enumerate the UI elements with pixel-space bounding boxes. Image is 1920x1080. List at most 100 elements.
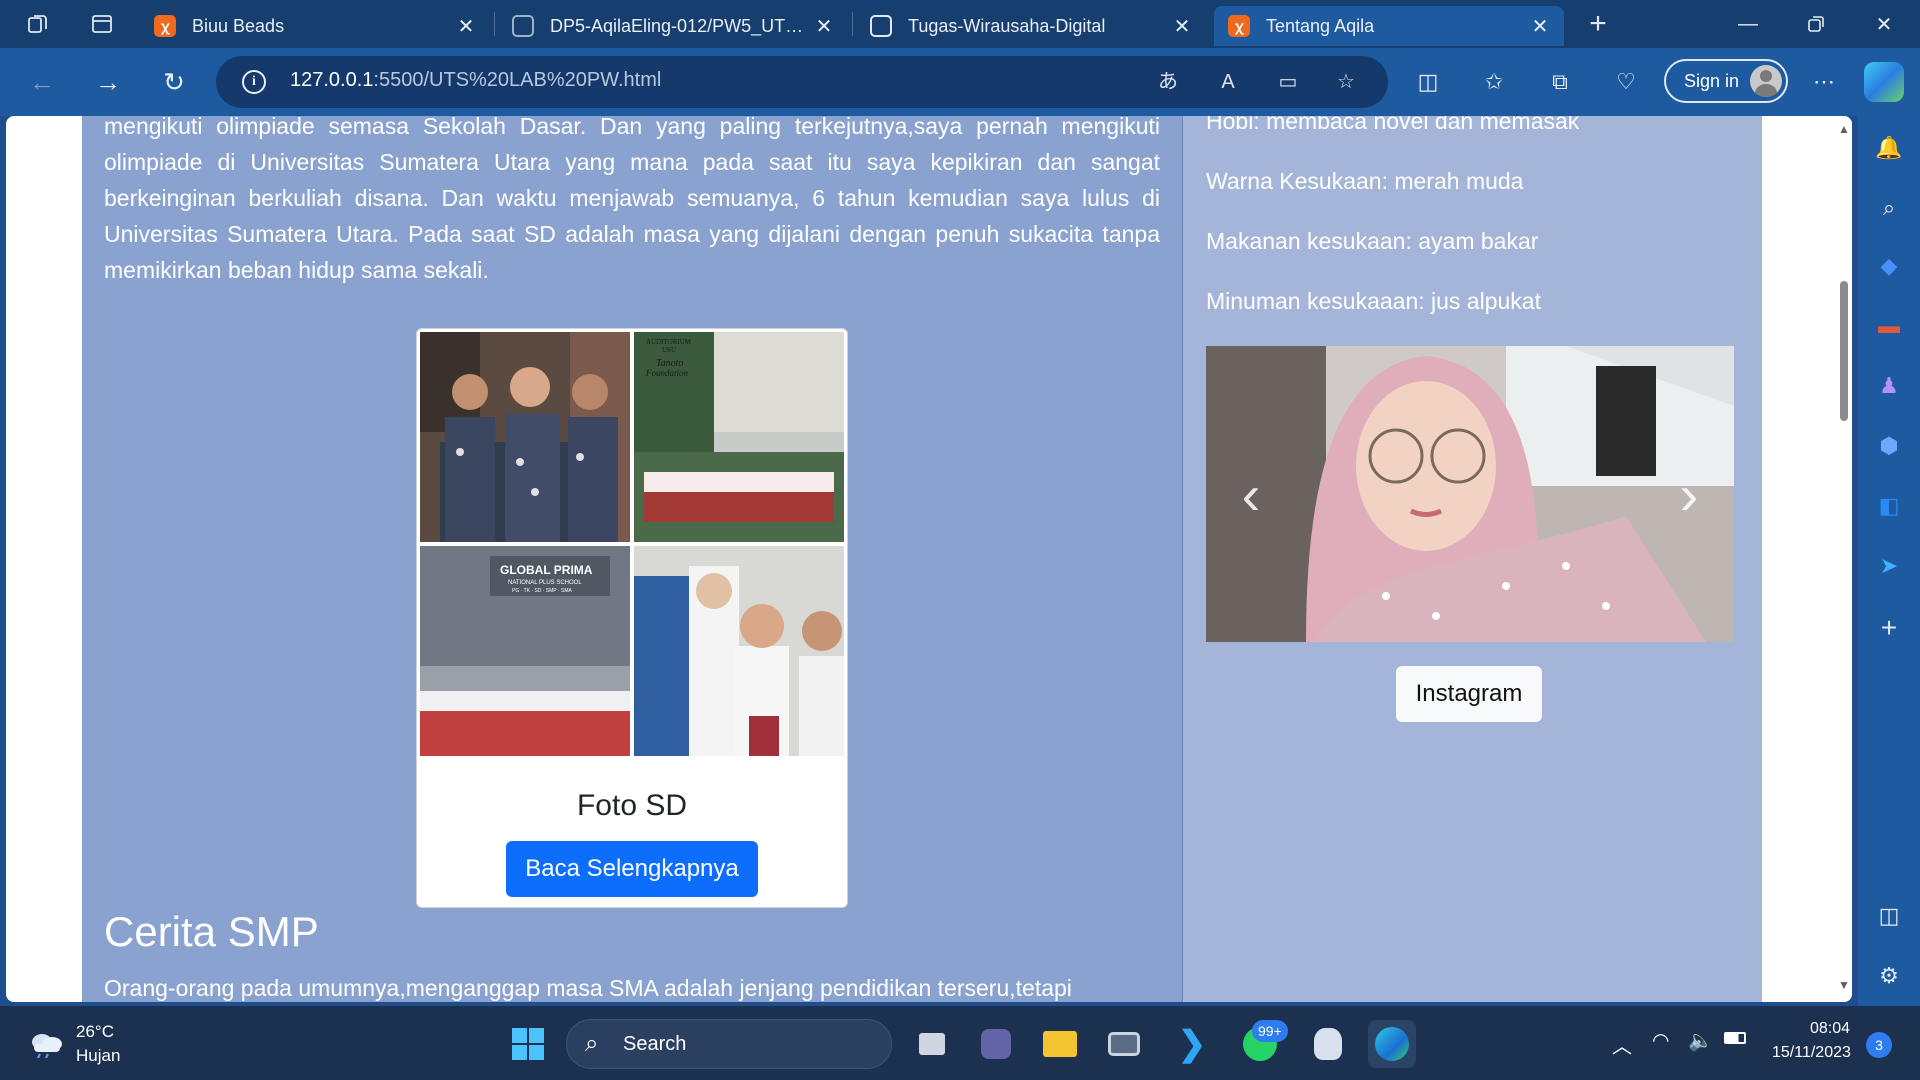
bell-icon[interactable]: 🔔 [1875,134,1903,162]
tab-strip: ꭓ Biuu Beads ✕ DP5-AqilaEling-012/PW5_UT… [0,0,1920,48]
close-icon[interactable]: ✕ [1530,14,1550,39]
hide-sidebar-icon[interactable]: ◫ [1875,902,1903,930]
profile-carousel: ‹ › [1206,346,1734,642]
close-icon[interactable]: ✕ [456,14,476,39]
sign-in-button[interactable]: Sign in [1664,59,1788,103]
search-icon[interactable]: ⌕ [1875,194,1903,222]
page-viewport: mengikuti olimpiade semasa Sekolah Dasar… [6,116,1852,1002]
volume-icon[interactable]: 🔈 [1688,1028,1713,1053]
refresh-icon[interactable]: ↻ [154,62,194,102]
browser-toolbar: ← → ↻ i 127.0.0.1:5500/UTS%20LAB%20PW.ht… [0,48,1920,116]
document-icon [870,15,892,37]
battery-icon[interactable] [1724,1032,1746,1044]
settings-icon[interactable]: ⚙ [1875,962,1903,990]
tools-icon[interactable]: ▬ [1875,312,1903,340]
tab-title: Biuu Beads [192,15,285,36]
windows-start-icon[interactable] [504,1020,552,1068]
read-aloud-icon[interactable]: A [1214,68,1242,96]
xampp-icon: ꭓ [154,15,176,37]
temperature-text: 26°C [76,1022,114,1041]
tab-tugas-wirausaha[interactable]: Tugas-Wirausaha-Digital ✕ [856,6,1206,46]
next-story-paragraph: Orang-orang pada umumnya,menganggap masa… [104,975,1072,1001]
minimize-icon[interactable]: — [1714,0,1782,48]
rain-cloud-icon [32,1034,62,1058]
clock-date[interactable]: 15/11/2023 [1772,1044,1851,1062]
photo-text-global-prima: GLOBAL PRIMA [500,563,593,577]
taskbar-search[interactable]: ⌕ Search [566,1019,892,1069]
translate-icon[interactable]: あ [1154,68,1182,96]
sd-photo-classroom [420,332,630,542]
windows-taskbar: 26°C Hujan ⌕ Search ❯ 99+ ︿ ◠ 🔈 08:04 15… [0,1006,1920,1080]
scroll-up-icon[interactable]: ▲ [1838,122,1850,136]
photo-card: AUDITORIUM USU Tanoto Foundation GLOBAL … [416,328,848,908]
split-screen-icon[interactable]: ◫ [1412,66,1444,98]
address-bar[interactable]: i 127.0.0.1:5500/UTS%20LAB%20PW.html あ A… [216,56,1388,108]
vscode-icon[interactable]: ❯ [1168,1020,1216,1068]
carousel-next-icon[interactable]: › [1644,346,1734,642]
new-tab-icon[interactable]: + [1574,0,1622,48]
forward-icon[interactable]: → [88,62,128,102]
sign-in-label: Sign in [1684,70,1740,91]
games-icon[interactable]: ♟ [1875,372,1903,400]
section-heading: Cerita SMP [104,908,319,955]
close-icon[interactable]: ✕ [1172,14,1192,39]
close-icon[interactable]: ✕ [814,14,834,39]
notification-badge[interactable]: 3 [1866,1032,1892,1058]
hobby-text: Hobi: membaca novel dan memasak [1206,116,1580,134]
sd-photo-award [634,546,844,756]
vertical-tabs-icon[interactable] [78,0,126,48]
add-icon[interactable]: + [1875,612,1903,643]
photo-text-auditorium: AUDITORIUM [646,338,692,346]
clock-time[interactable]: 08:04 [1810,1020,1850,1038]
scroll-down-icon[interactable]: ▼ [1838,978,1850,992]
tab-tentang-aqila[interactable]: ꭓ Tentang Aqila ✕ [1214,6,1564,46]
microsoft-365-icon[interactable]: ⬢ [1875,432,1903,460]
instagram-button[interactable]: Instagram [1396,666,1542,722]
outlook-icon[interactable]: ◧ [1875,492,1903,520]
tab-github[interactable]: DP5-AqilaEling-012/PW5_UTS_22 ✕ [498,6,848,46]
avatar [1750,65,1782,97]
page-scrollbar[interactable]: ▲ ▼ [1836,116,1852,1002]
chevron-up-icon[interactable]: ︿ [1612,1030,1632,1059]
photo-text-foundation: Foundation [645,368,688,378]
site-info-icon[interactable]: i [242,70,266,94]
whatsapp-badge: 99+ [1252,1020,1288,1042]
favorite-food-text: Makanan kesukaan: ayam bakar [1206,228,1539,254]
tab-title: DP5-AqilaEling-012/PW5_UTS_22 [550,15,806,36]
weather-widget[interactable]: 26°C Hujan [26,1020,120,1068]
workspaces-icon[interactable] [14,0,62,48]
shopping-tag-icon[interactable]: ◆ [1875,252,1903,280]
copilot-icon[interactable] [1864,62,1904,102]
drop-icon[interactable]: ➤ [1875,552,1903,580]
teams-icon[interactable] [972,1020,1020,1068]
tab-biuu-beads[interactable]: ꭓ Biuu Beads ✕ [140,6,490,46]
sd-photo-auditorium: AUDITORIUM USU Tanoto Foundation [634,332,844,542]
github-icon [512,15,534,37]
window-close-icon[interactable]: ✕ [1850,0,1918,48]
more-options-icon[interactable]: ⋯ [1808,66,1840,98]
browser-essentials-icon[interactable]: ♡ [1610,66,1642,98]
photo-text-usu: USU [662,346,676,354]
restore-icon[interactable] [1782,0,1850,48]
weather-text: Hujan [76,1046,121,1065]
read-more-button[interactable]: Baca Selengkapnya [506,841,758,897]
search-icon: ⌕ [585,1030,599,1057]
tab-divider [852,12,853,36]
task-view-icon[interactable] [908,1020,956,1068]
scrollbar-thumb[interactable] [1840,281,1848,421]
wifi-icon[interactable]: ◠ [1652,1028,1669,1053]
postgresql-icon[interactable] [1304,1020,1352,1068]
edge-icon[interactable] [1368,1020,1416,1068]
favorite-color-text: Warna Kesukaan: merah muda [1206,168,1524,194]
photo-text-levels: PG · TK · SD · SMP · SMA [512,588,572,594]
favorites-icon[interactable]: ✩ [1478,66,1510,98]
tab-title: Tentang Aqila [1266,15,1375,36]
back-icon[interactable]: ← [22,62,62,102]
url-text[interactable]: 127.0.0.1:5500/UTS%20LAB%20PW.html [290,69,661,92]
collections-icon[interactable]: ⧉ [1544,66,1576,98]
favorite-star-icon[interactable]: ☆ [1332,68,1360,96]
camera-icon[interactable] [1100,1020,1148,1068]
carousel-prev-icon[interactable]: ‹ [1206,346,1296,642]
immersive-reader-icon[interactable]: ▭ [1274,68,1302,96]
file-explorer-icon[interactable] [1036,1020,1084,1068]
